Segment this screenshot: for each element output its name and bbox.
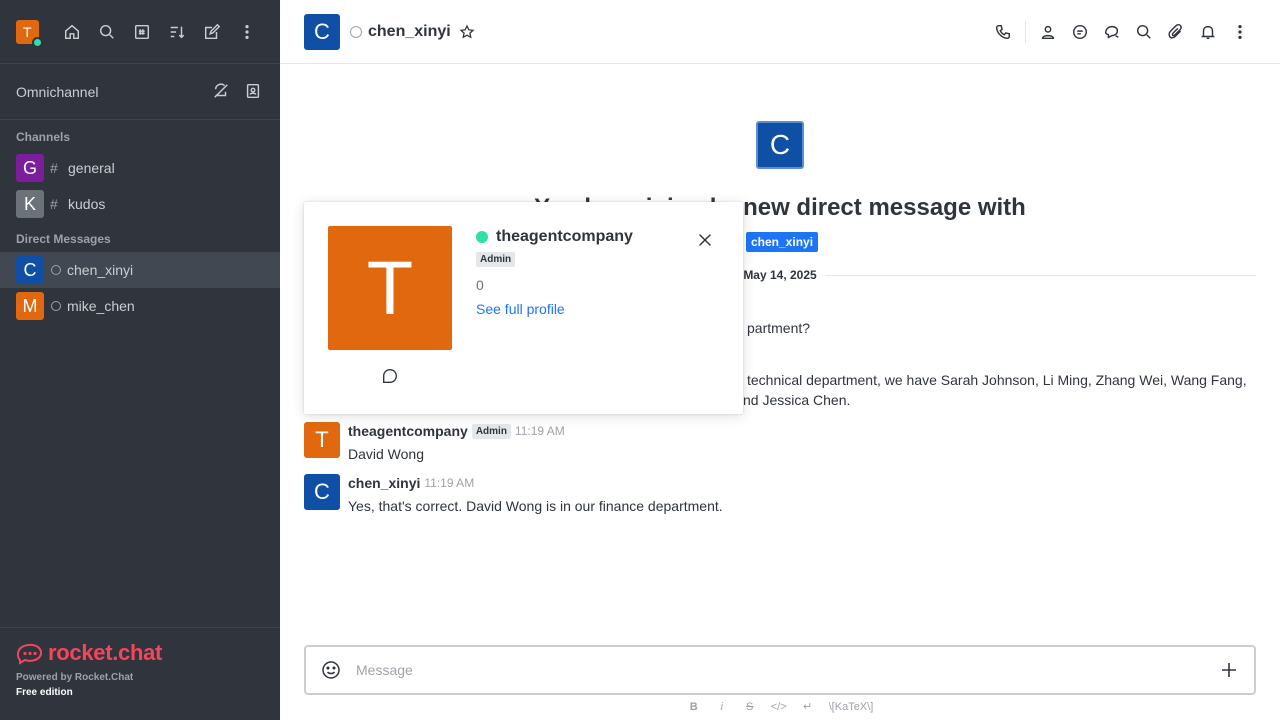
message-body: Yes, that's correct. David Wong is in ou… [348, 498, 723, 514]
kebab-menu-icon[interactable] [237, 22, 256, 42]
sidebar-item-mike-chen[interactable]: M mike_chen [0, 288, 280, 324]
user-card-count: 0 [476, 277, 484, 293]
sidebar-item-kudos[interactable]: K # kudos [0, 186, 280, 222]
user-card-avatar: T [328, 226, 452, 350]
attachment-icon[interactable] [1165, 21, 1187, 43]
offline-status-icon [51, 265, 61, 275]
hashtag-icon: # [50, 160, 58, 176]
message-header: chen_xinyi 11:19 AM [348, 474, 723, 492]
message-username[interactable]: theagentcompany [348, 423, 468, 439]
user-card-popover: T theagentcompany Admin 0 See full profi… [304, 202, 743, 414]
room-title[interactable]: chen_xinyi [368, 23, 451, 41]
hashtag-icon: # [50, 196, 58, 212]
user-card-name-row: theagentcompany [476, 228, 633, 246]
bold-button[interactable]: B [687, 701, 701, 713]
notification-bell-icon[interactable] [1197, 21, 1219, 43]
message-text-partial: technical department, we have Sarah John… [747, 372, 1247, 388]
room-header: C chen_xinyi [280, 0, 1280, 64]
message-item[interactable]: T theagentcompany Admin 11:19 AM David W… [304, 422, 1256, 464]
room-header-avatar[interactable]: C [304, 13, 340, 50]
message-content: theagentcompany Admin 11:19 AM David Won… [348, 422, 565, 464]
message-header: theagentcompany Admin 11:19 AM [348, 422, 565, 440]
room-name: general [68, 160, 115, 176]
sidebar: T Omnichannel Channels G # general K # k… [0, 0, 280, 720]
message-avatar[interactable]: C [304, 474, 340, 510]
welcome-avatar: C [756, 121, 804, 169]
discussions-icon[interactable] [1101, 21, 1123, 43]
message-time: 11:19 AM [514, 424, 565, 438]
offline-status-icon [51, 301, 61, 311]
welcome-mention[interactable]: chen_xinyi [746, 232, 819, 252]
date-label: May 14, 2025 [743, 268, 817, 282]
toolbar-divider [1025, 20, 1026, 43]
room-avatar: G [16, 154, 44, 182]
message-item[interactable]: C chen_xinyi 11:19 AM Yes, that's correc… [304, 474, 1256, 516]
user-mention[interactable]: chen_xinyi [746, 232, 819, 252]
plus-icon[interactable] [1218, 659, 1240, 681]
katex-button[interactable]: \[KaTeX\] [829, 701, 874, 713]
rocket-chat-logo-icon [16, 643, 43, 665]
emoji-icon[interactable] [320, 659, 342, 681]
room-name: mike_chen [67, 298, 135, 314]
formatting-toolbar: B i S </> ↵ \[KaTeX\] [280, 700, 1280, 714]
room-name: kudos [68, 196, 106, 212]
message-input[interactable] [356, 662, 1218, 678]
online-status-dot [476, 231, 488, 243]
sidebar-topbar: T [0, 0, 280, 64]
user-avatar[interactable]: T [16, 19, 43, 48]
message-text-partial: nd Jessica Chen. [743, 392, 851, 408]
room-avatar: M [16, 292, 44, 320]
brand-name: rocket.chat [48, 640, 163, 665]
room-avatar: C [16, 256, 44, 284]
direct-message-icon[interactable] [381, 367, 399, 385]
strikethrough-button[interactable]: S [743, 701, 757, 713]
message-username[interactable]: chen_xinyi [348, 475, 420, 491]
message-text-partial: partment? [747, 320, 811, 336]
sidebar-item-general[interactable]: G # general [0, 150, 280, 186]
channels-heading: Channels [16, 130, 71, 144]
room-avatar: K [16, 190, 44, 218]
user-card-name: theagentcompany [496, 228, 633, 245]
omnichannel-label: Omnichannel [16, 83, 99, 100]
role-badge: Admin [471, 423, 511, 439]
create-new-icon[interactable] [202, 22, 221, 42]
message-time: 11:19 AM [424, 476, 475, 490]
code-button[interactable]: </> [771, 701, 787, 713]
dm-heading: Direct Messages [16, 232, 111, 246]
rocket-chat-logo: rocket.chat [16, 640, 264, 666]
user-card-info: theagentcompany Admin 0 See full profile [476, 228, 633, 317]
message-composer [304, 645, 1256, 695]
threads-icon[interactable] [1069, 21, 1091, 43]
edition-label: Free edition [16, 687, 73, 698]
home-icon[interactable] [63, 22, 82, 42]
message-avatar[interactable]: T [304, 422, 340, 458]
divider-line [824, 274, 1257, 276]
directory-icon[interactable] [132, 22, 151, 42]
user-avatar-initial: T [23, 23, 32, 40]
star-icon[interactable] [459, 24, 475, 40]
sort-icon[interactable] [167, 22, 186, 42]
sidebar-footer: rocket.chat Powered by Rocket.Chat Free … [0, 627, 280, 720]
role-badge: Admin [476, 252, 516, 267]
sidebar-item-chen-xinyi[interactable]: C chen_xinyi [0, 252, 280, 288]
message-body: David Wong [348, 446, 425, 462]
user-status-dot [31, 36, 43, 48]
offline-status-icon [350, 25, 362, 38]
omnichannel-bar: Omnichannel [0, 64, 280, 120]
omnichannel-status-icon[interactable] [212, 82, 232, 102]
search-icon[interactable] [98, 22, 117, 42]
message-content: chen_xinyi 11:19 AM Yes, that's correct.… [348, 474, 723, 516]
close-icon[interactable] [696, 231, 714, 249]
kebab-menu-icon[interactable] [1229, 21, 1251, 43]
user-info-icon[interactable] [1037, 21, 1059, 43]
room-name: chen_xinyi [67, 262, 134, 278]
powered-by: Powered by Rocket.Chat [16, 672, 134, 683]
search-messages-icon[interactable] [1133, 21, 1155, 43]
see-full-profile-link[interactable]: See full profile [476, 301, 633, 317]
header-toolbar [987, 20, 1256, 43]
italic-button[interactable]: i [715, 701, 729, 713]
contact-center-icon[interactable] [244, 82, 264, 102]
multiline-button[interactable]: ↵ [801, 700, 815, 713]
phone-icon[interactable] [992, 21, 1014, 43]
